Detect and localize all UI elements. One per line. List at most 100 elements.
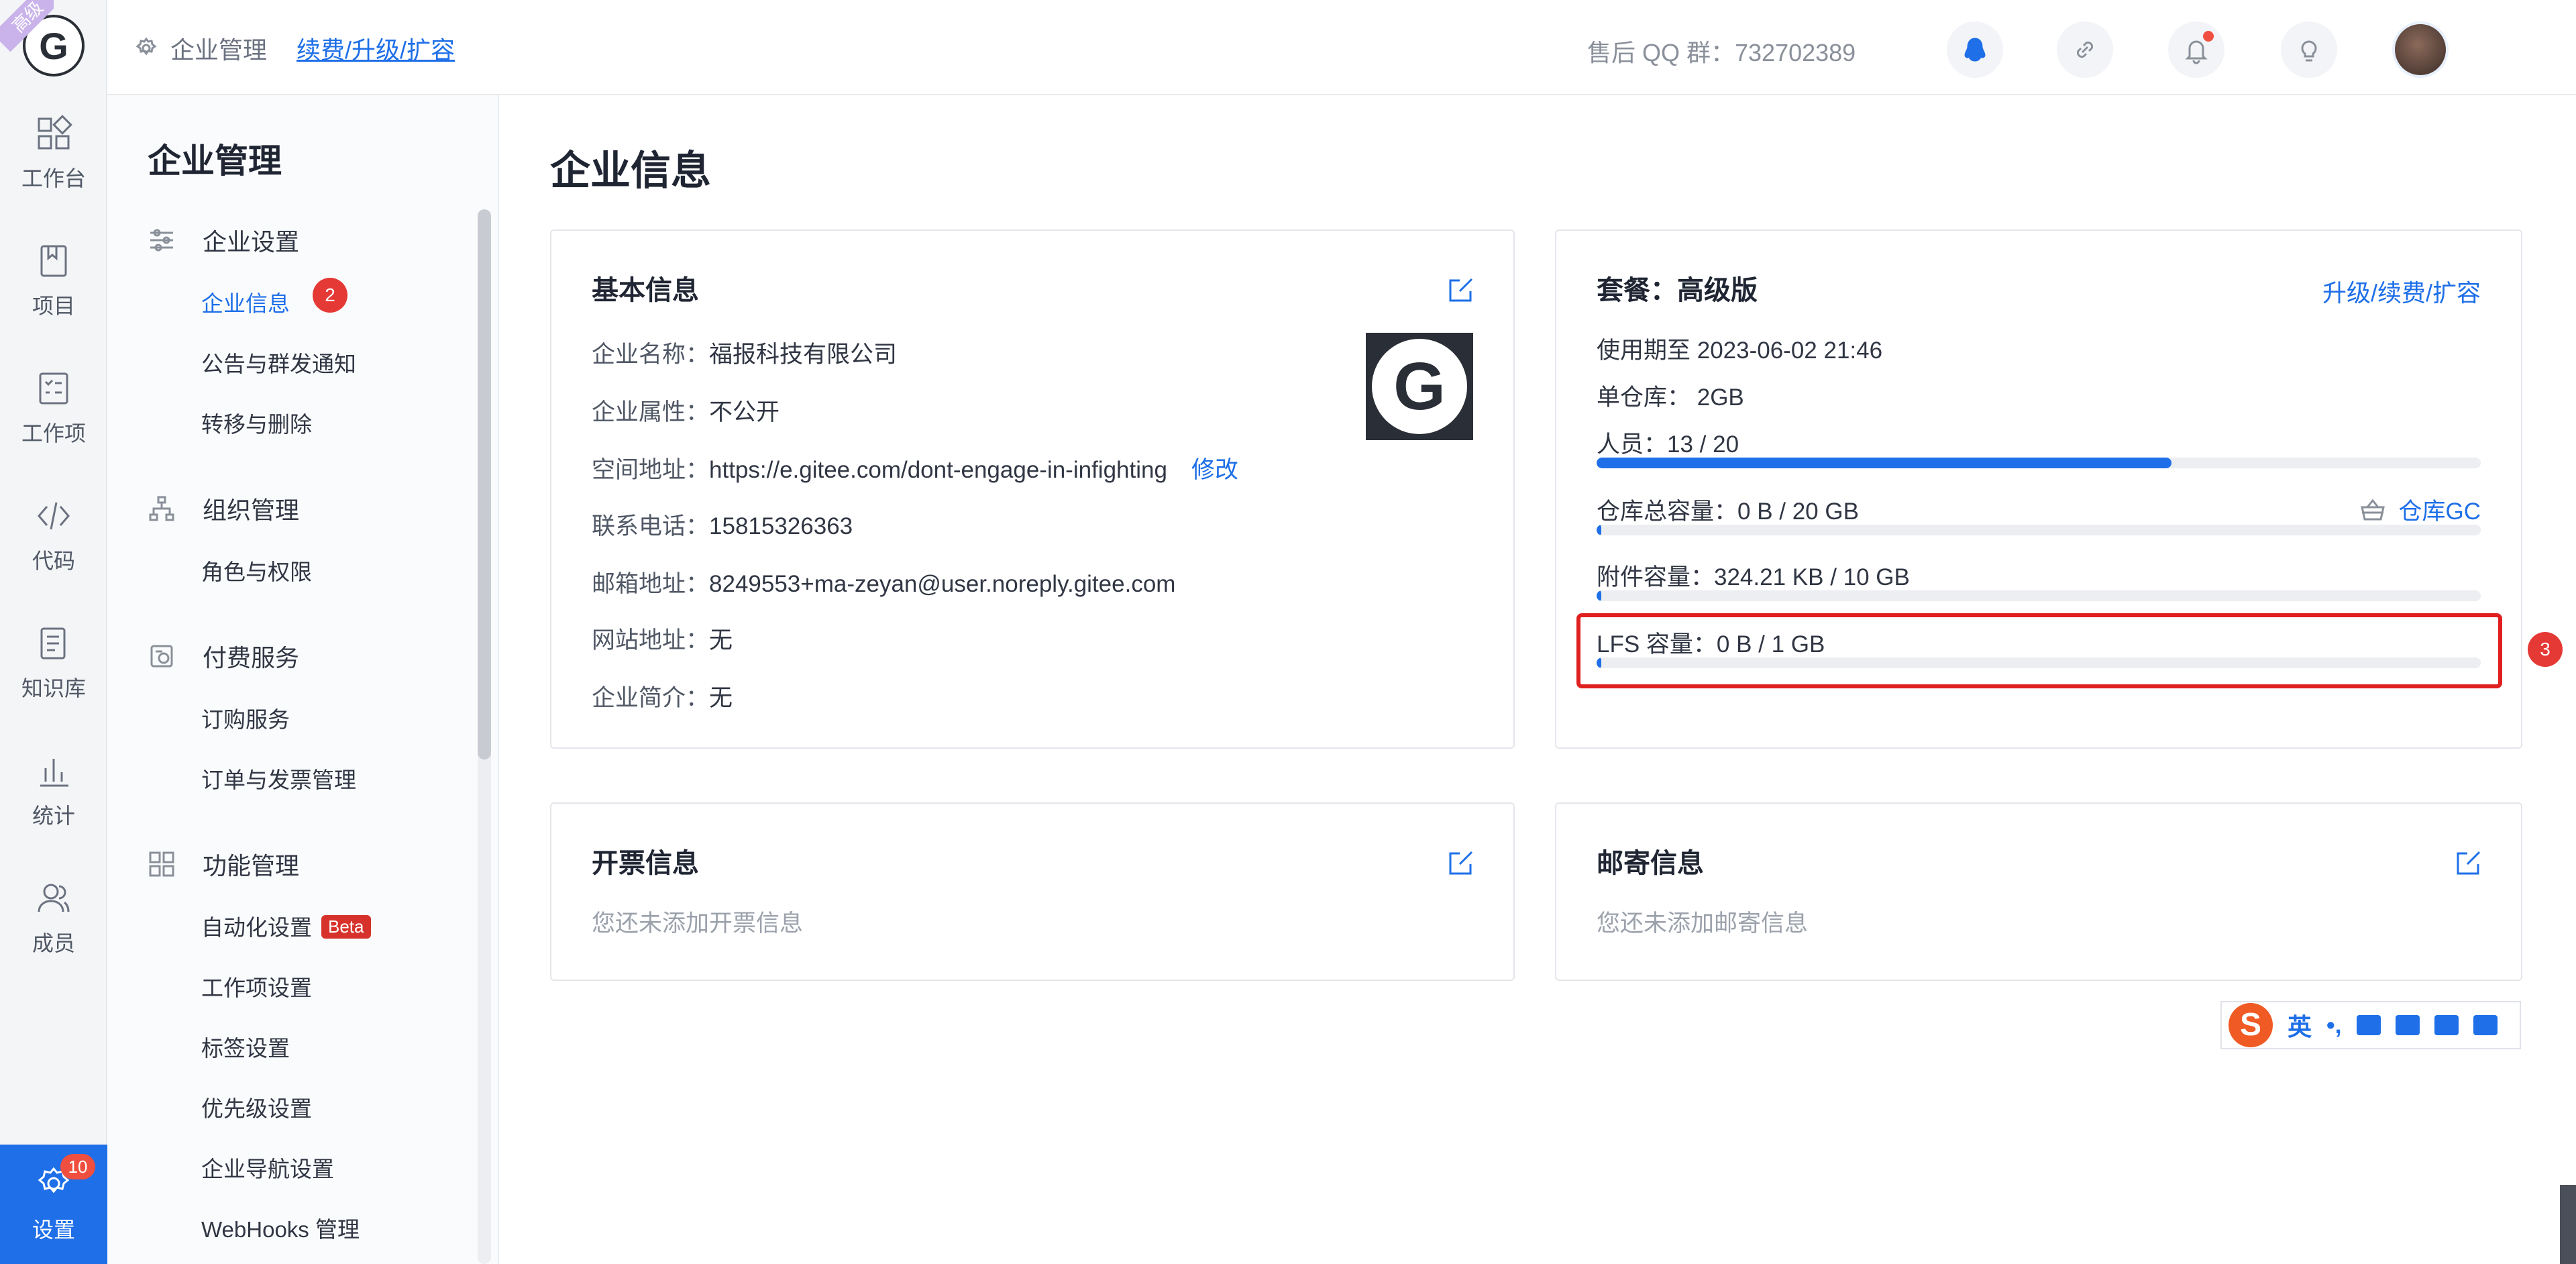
sogou-logo-icon: S <box>2229 1003 2273 1047</box>
info-row-phone: 联系电话：15815326363 <box>592 513 853 539</box>
members-progress-bar <box>1597 458 2481 468</box>
info-row-name: 企业名称：福报科技有限公司 <box>592 341 898 368</box>
code-icon <box>38 502 70 530</box>
keyboard-icon[interactable] <box>2395 1015 2420 1035</box>
org-tree-icon <box>149 496 174 521</box>
ime-language-toggle[interactable]: 英 <box>2288 1008 2312 1043</box>
microphone-icon[interactable] <box>2356 1015 2381 1035</box>
rail-item-code[interactable]: 代码 <box>0 486 107 586</box>
dashboard-icon <box>38 115 72 150</box>
sidebar-item-navigation-settings[interactable]: 企业导航设置 <box>201 1151 334 1183</box>
gear-icon <box>136 37 157 56</box>
single-repo-quota: 单仓库： 2GB <box>1597 384 1744 411</box>
basic-info-title: 基本信息 <box>592 276 699 305</box>
billing-icon <box>150 645 173 668</box>
page-title: 企业信息 <box>550 148 711 193</box>
sidebar-group-features[interactable]: 功能管理 <box>148 847 299 882</box>
edit-mailing-button[interactable] <box>2454 848 2483 878</box>
sidebar-item-roles[interactable]: 角色与权限 <box>201 554 312 586</box>
enterprise-logo: G <box>1366 333 1473 440</box>
info-row-space-url: 空间地址：https://e.gitee.com/dont-engage-in-… <box>592 457 1238 483</box>
modify-url-link[interactable]: 修改 <box>1191 457 1238 483</box>
lfs-highlight-box <box>1576 613 2502 688</box>
sidebar-group-enterprise-settings[interactable]: 企业设置 <box>148 223 299 258</box>
qq-button[interactable] <box>1947 21 2003 78</box>
sidebar-item-webhooks[interactable]: WebHooks 管理 <box>201 1212 360 1244</box>
notifications-button[interactable] <box>2168 21 2224 78</box>
members-progress-fill <box>1597 458 2171 468</box>
grid-icon <box>149 851 174 877</box>
ime-toolbar[interactable]: S 英 •, <box>2220 1001 2521 1049</box>
lightbulb-icon <box>2301 40 2317 62</box>
link-button[interactable] <box>2057 21 2113 78</box>
top-bar: 企业管理 续费/升级/扩容 售后 QQ 群：732702389 <box>107 0 2576 95</box>
edit-invoice-button[interactable] <box>1446 848 1476 878</box>
sidebar-title: 企业管理 <box>148 142 282 180</box>
upgrade-renew-link[interactable]: 升级/续费/扩容 <box>2322 274 2481 309</box>
sidebar-item-automation[interactable]: 自动化设置 Beta <box>201 910 371 942</box>
info-row-description: 企业简介：无 <box>592 685 733 711</box>
annotation-marker-3: 3 <box>2528 632 2563 667</box>
info-row-visibility: 企业属性：不公开 <box>592 399 780 425</box>
rail-item-stats[interactable]: 统计 <box>0 741 107 841</box>
notification-count-badge: 10 <box>60 1154 95 1179</box>
info-row-website: 网站地址：无 <box>592 627 733 653</box>
attachments-progress-bar <box>1597 590 2481 601</box>
beta-badge: Beta <box>321 915 371 939</box>
mailing-empty-text: 您还未添加邮寄信息 <box>1597 910 1809 937</box>
toolbox-icon[interactable] <box>2473 1015 2498 1035</box>
rail-item-wiki[interactable]: 知识库 <box>0 613 107 714</box>
sidebar-item-enterprise-info[interactable]: 企业信息 <box>201 286 290 318</box>
unread-dot <box>2203 31 2214 42</box>
plan-title: 套餐：高级版 <box>1597 276 1758 305</box>
breadcrumb: 企业管理 续费/升级/扩容 <box>134 31 455 66</box>
mailing-info-card: 邮寄信息 您还未添加邮寄信息 <box>1555 802 2522 981</box>
tips-button[interactable] <box>2281 21 2337 78</box>
invoice-empty-text: 您还未添加开票信息 <box>592 910 804 937</box>
repo-progress-fill <box>1597 525 1601 535</box>
sidebar-group-paid-services[interactable]: 付费服务 <box>148 639 299 674</box>
mailing-info-title: 邮寄信息 <box>1597 849 1704 878</box>
bar-chart-icon <box>40 759 68 787</box>
attachments-usage: 附件容量：324.21 KB / 10 GB <box>1597 564 1910 590</box>
skin-icon[interactable] <box>2434 1015 2459 1035</box>
support-qq-group: 售后 QQ 群：732702389 <box>1587 39 1856 66</box>
sidebar-item-transfer-delete[interactable]: 转移与删除 <box>201 407 312 439</box>
user-avatar[interactable] <box>2395 24 2446 75</box>
info-row-email: 邮箱地址：8249553+ma-zeyan@user.noreply.gitee… <box>592 571 1176 597</box>
link-icon <box>2076 41 2094 58</box>
left-rail: G 高级 工作台 项目 工作项 代码 知识库 统计 成员 设置 10 <box>0 0 107 1264</box>
breadcrumb-current: 企业管理 <box>170 36 268 64</box>
penguin-icon <box>1964 38 1986 62</box>
rail-item-projects[interactable]: 项目 <box>0 231 107 331</box>
plan-expiry: 使用期至 2023-06-02 21:46 <box>1597 337 1883 364</box>
document-icon <box>40 627 66 660</box>
sidebar-item-subscriptions[interactable]: 订购服务 <box>201 702 290 734</box>
sidebar-group-organization[interactable]: 组织管理 <box>148 491 299 526</box>
renew-upgrade-link[interactable]: 续费/升级/扩容 <box>297 31 455 66</box>
sidebar-item-orders-invoices[interactable]: 订单与发票管理 <box>201 762 356 794</box>
users-icon <box>38 884 70 912</box>
edit-basic-info-button[interactable] <box>1446 275 1476 305</box>
sidebar-item-priority-settings[interactable]: 优先级设置 <box>201 1091 312 1123</box>
ime-punctuation-toggle[interactable]: •, <box>2326 1011 2342 1039</box>
repo-progress-bar <box>1597 525 2481 535</box>
invoice-info-card: 开票信息 您还未添加开票信息 <box>550 802 1515 981</box>
book-icon <box>40 245 67 277</box>
sidebar-item-label-settings[interactable]: 标签设置 <box>201 1031 290 1063</box>
annotation-marker-2: 2 <box>313 278 347 313</box>
sidebar-item-workitem-settings[interactable]: 工作项设置 <box>201 970 312 1002</box>
rail-item-members[interactable]: 成员 <box>0 868 107 969</box>
plan-ribbon: 高级 <box>0 0 54 52</box>
repo-gc-button[interactable]: 仓库GC <box>2359 492 2481 527</box>
rail-item-settings[interactable]: 设置 10 <box>0 1145 107 1264</box>
edit-icon <box>1449 851 1473 875</box>
invoice-info-title: 开票信息 <box>592 849 699 878</box>
window-edge <box>2560 1185 2576 1264</box>
members-usage: 人员：13 / 20 <box>1597 431 1739 458</box>
sidebar-item-announcements[interactable]: 公告与群发通知 <box>201 346 356 378</box>
rail-item-workbench[interactable]: 工作台 <box>0 103 107 204</box>
edit-icon <box>1449 278 1473 302</box>
rail-item-workitems[interactable]: 工作项 <box>0 358 107 459</box>
sidebar-scrollbar[interactable] <box>478 209 491 759</box>
